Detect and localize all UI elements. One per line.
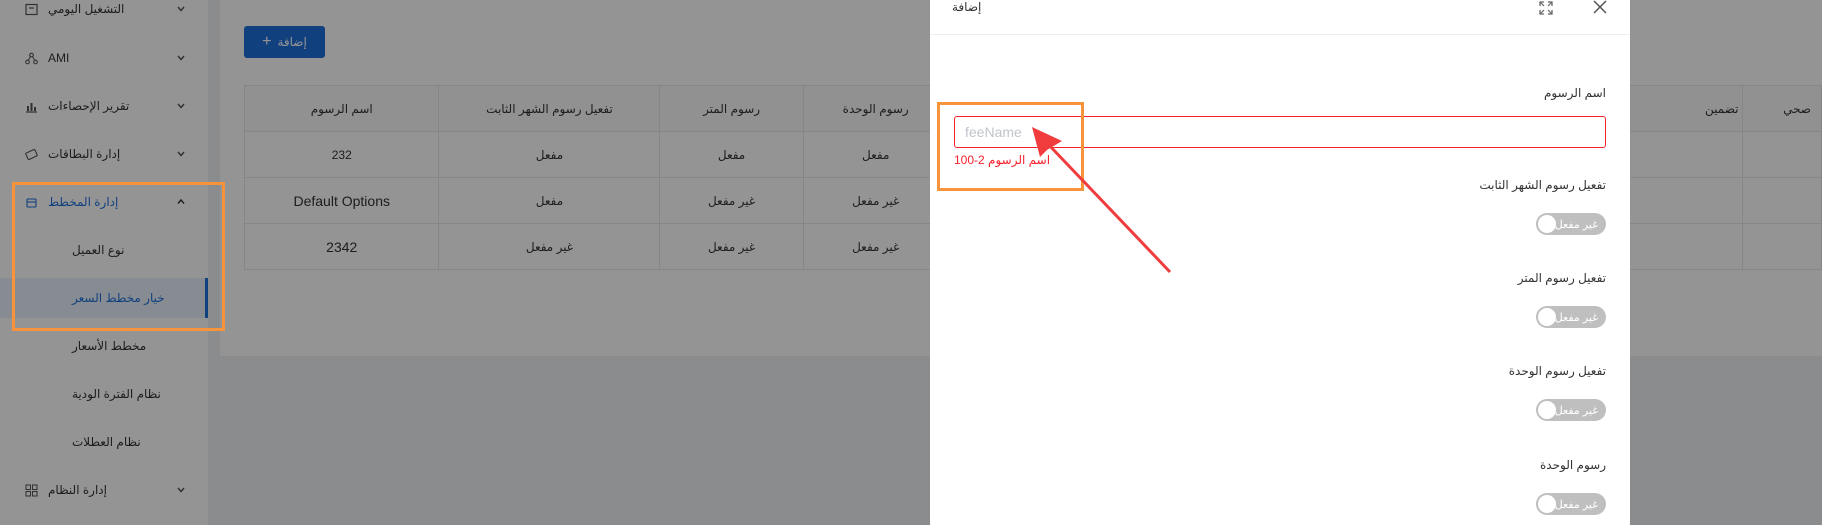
annotation-arrow-icon — [1032, 127, 1172, 274]
